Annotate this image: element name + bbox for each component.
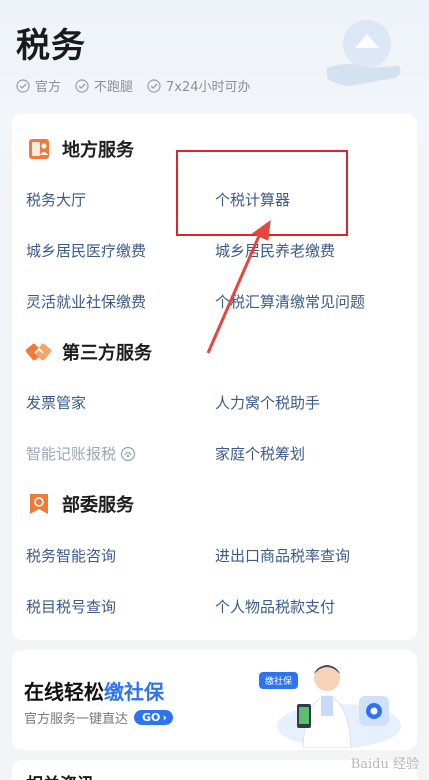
- handshake-icon: [26, 339, 52, 365]
- item-tax-assistant[interactable]: 人力窝个税助手: [215, 392, 320, 413]
- item-tax-calculator[interactable]: 个税计算器: [215, 189, 290, 210]
- badge-list: 官方 不跑腿 7x24小时可办: [16, 76, 251, 95]
- tax-logo-icon: [327, 20, 401, 86]
- service-card: 地方服务 税务大厅 个税计算器 城乡居民医疗缴费 城乡居民养老缴费 灵活就业社保…: [12, 114, 417, 640]
- check-circle-icon: [16, 78, 30, 93]
- badge-24h: 7x24小时可办: [147, 76, 251, 95]
- item-smart-consult[interactable]: 税务智能咨询: [26, 545, 116, 566]
- ministry-seal-icon: [26, 491, 52, 517]
- item-pension-payment[interactable]: 城乡居民养老缴费: [215, 240, 335, 261]
- banner-subtitle-text: 官方服务一键直达: [24, 712, 129, 727]
- item-tax-hall[interactable]: 税务大厅: [26, 189, 86, 210]
- banner-illustration: 缴社保: [259, 656, 409, 749]
- item-label: 智能记账报税: [26, 445, 117, 463]
- item-personal-goods-tax[interactable]: 个人物品税款支付: [215, 596, 335, 617]
- section-ministry: 部委服务: [26, 491, 134, 517]
- check-circle-icon: [147, 78, 161, 93]
- item-tax-code-query[interactable]: 税目税号查询: [26, 596, 116, 617]
- section-title: 部委服务: [62, 495, 134, 516]
- doctor-illustration-icon: [277, 665, 401, 749]
- banner-title: 在线轻松缴社保: [24, 676, 164, 705]
- item-import-export-rate[interactable]: 进出口商品税率查询: [215, 545, 350, 566]
- item-smart-bookkeeping[interactable]: 智能记账报税: [26, 443, 136, 464]
- badge-label: 不跑腿: [94, 80, 134, 95]
- badge-label: 7x24小时可办: [166, 80, 251, 95]
- section-title: 地方服务: [62, 140, 134, 161]
- banner-title-accent: 缴社保: [104, 680, 164, 704]
- go-label: GO: [142, 711, 161, 724]
- go-button[interactable]: GO ›: [134, 710, 173, 725]
- social-security-banner[interactable]: 在线轻松缴社保 官方服务一键直达 GO › 缴社保: [12, 650, 417, 750]
- banner-tag: 缴社保: [259, 672, 299, 689]
- item-invoice-manager[interactable]: 发票管家: [26, 392, 86, 413]
- chevron-right-icon: ›: [162, 711, 167, 724]
- header: 税务 官方 不跑腿 7x24小时可办: [0, 0, 429, 110]
- banner-title-prefix: 在线轻松: [24, 680, 104, 704]
- badge-official: 官方: [16, 76, 61, 95]
- item-tax-settlement-faq[interactable]: 个税汇算清缴常见问题: [215, 291, 365, 312]
- page-title: 税务: [16, 26, 86, 66]
- section-local-service: 地方服务: [26, 136, 134, 162]
- item-family-tax-planning[interactable]: 家庭个税筹划: [215, 443, 305, 464]
- section-third-party: 第三方服务: [26, 339, 152, 365]
- local-service-icon: [26, 136, 52, 162]
- item-medical-payment[interactable]: 城乡居民医疗缴费: [26, 240, 146, 261]
- banner-subtitle: 官方服务一键直达 GO ›: [24, 708, 173, 727]
- check-circle-icon: [75, 78, 89, 93]
- section-title: 第三方服务: [62, 343, 152, 364]
- watermark: Baidu 经验: [350, 757, 419, 772]
- item-flexible-social-security[interactable]: 灵活就业社保缴费: [26, 291, 146, 312]
- badge-no-errand: 不跑腿: [75, 76, 133, 95]
- badge-label: 官方: [35, 80, 62, 95]
- news-section-title: 相关资讯: [26, 770, 94, 780]
- ai-badge-icon: [120, 446, 136, 461]
